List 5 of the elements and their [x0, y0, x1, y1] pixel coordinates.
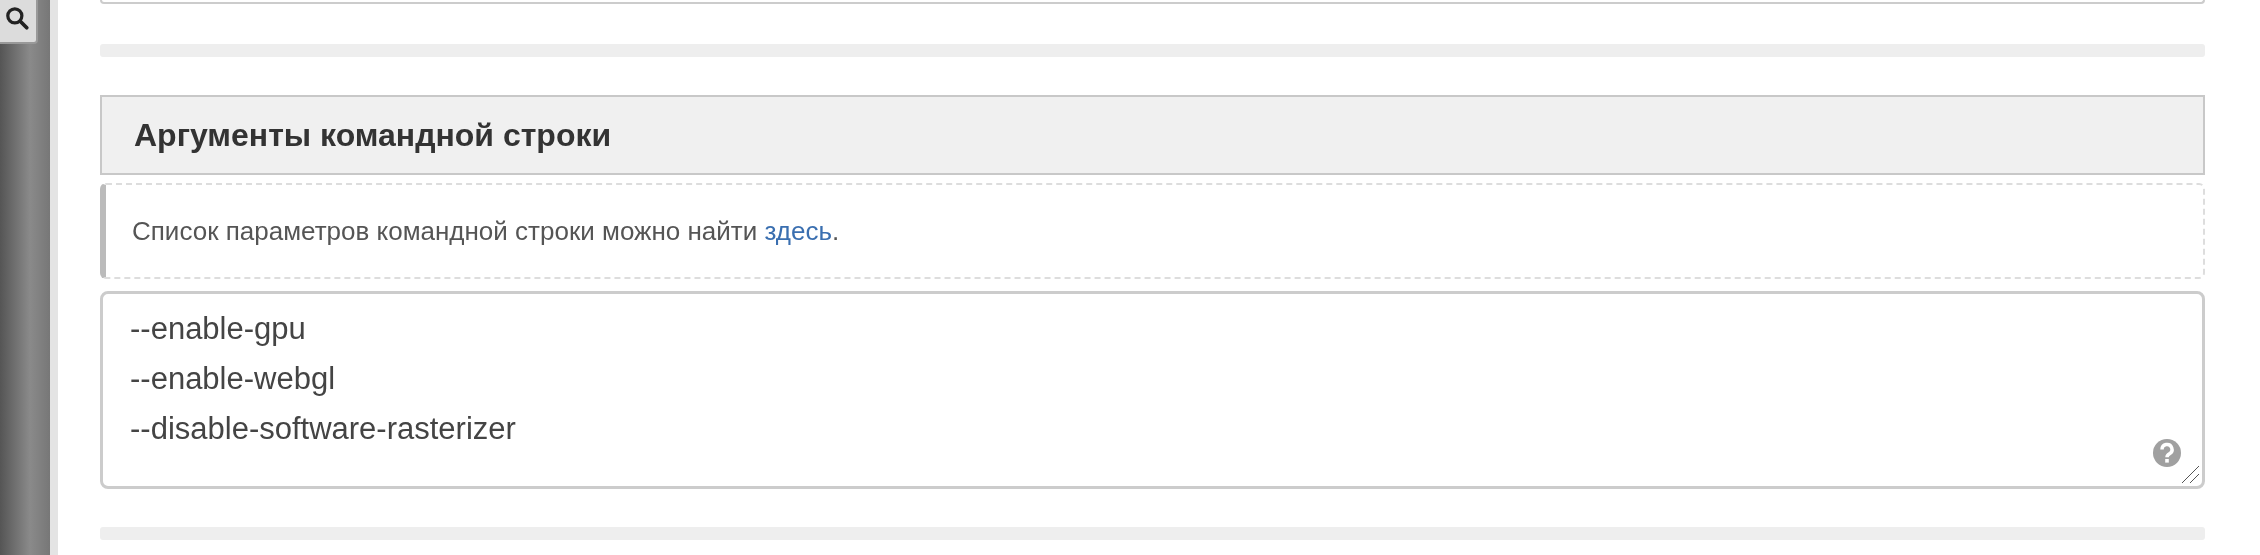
- here-link[interactable]: здесь: [764, 215, 833, 246]
- section-title: Аргументы командной строки: [134, 116, 612, 154]
- resize-grip-icon[interactable]: [2180, 464, 2200, 484]
- info-text: Список параметров командной строки можно найти здесь.: [132, 215, 840, 247]
- search-icon: [4, 5, 30, 31]
